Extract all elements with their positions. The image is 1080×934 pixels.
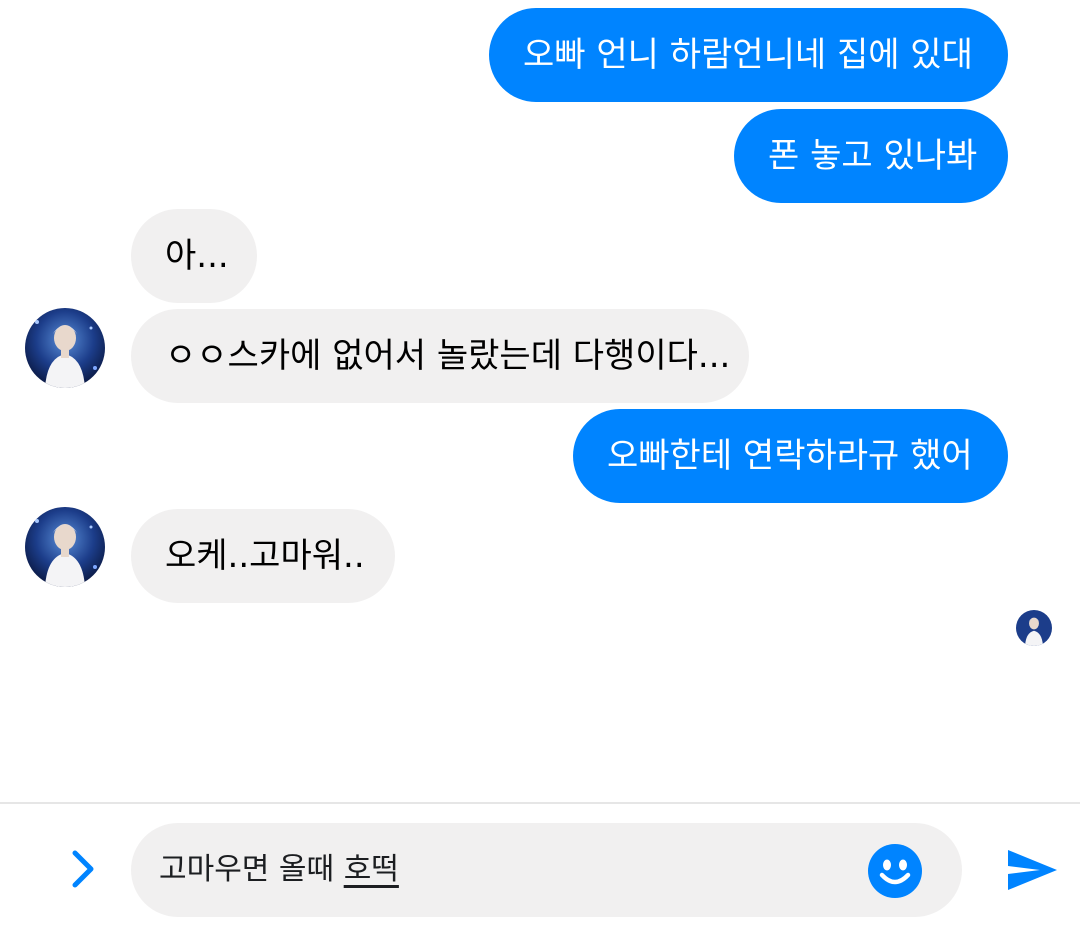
input-text-prefix: 고마우면 올때 [159,852,344,887]
message-input[interactable]: 고마우면 올때 호떡 [131,823,962,917]
send-icon [1008,850,1057,890]
sent-message[interactable]: 오빠한테 연락하라규 했어 [573,409,1008,503]
message-text: 오빠 언니 하람언니네 집에 있대 [523,35,973,75]
sent-message[interactable]: 오빠 언니 하람언니네 집에 있대 [489,8,1008,102]
smiley-icon [868,844,922,898]
input-text-underlined: 호떡 [343,852,399,887]
message-text: ㅇㅇ스카에 없어서 놀랐는데 다행이다... [165,336,731,376]
message-text: 오케..고마워.. [165,536,365,576]
received-message[interactable]: 아... [131,209,257,303]
received-message[interactable]: ㅇㅇ스카에 없어서 놀랐는데 다행이다... [131,309,749,403]
chevron-right-icon [72,850,94,888]
message-text: 아... [165,236,229,276]
message-text: 오빠한테 연락하라규 했어 [607,436,973,476]
sent-message[interactable]: 폰 놓고 있나봐 [734,109,1008,203]
message-text: 폰 놓고 있나봐 [768,136,978,176]
expand-actions-button[interactable] [58,844,108,894]
message-input-text[interactable]: 고마우면 올때 호떡 [159,823,399,917]
emoji-button[interactable] [867,843,923,899]
contact-avatar[interactable] [25,507,105,587]
send-button[interactable] [1004,844,1060,896]
received-message[interactable]: 오케..고마워.. [131,509,395,603]
message-composer: 고마우면 올때 호떡 [0,804,1080,934]
contact-avatar[interactable] [25,308,105,388]
read-receipt-avatar [1016,610,1052,646]
message-thread: 오빠 언니 하람언니네 집에 있대 폰 놓고 있나봐 아... ㅇㅇ스카에 없어… [0,0,1080,803]
